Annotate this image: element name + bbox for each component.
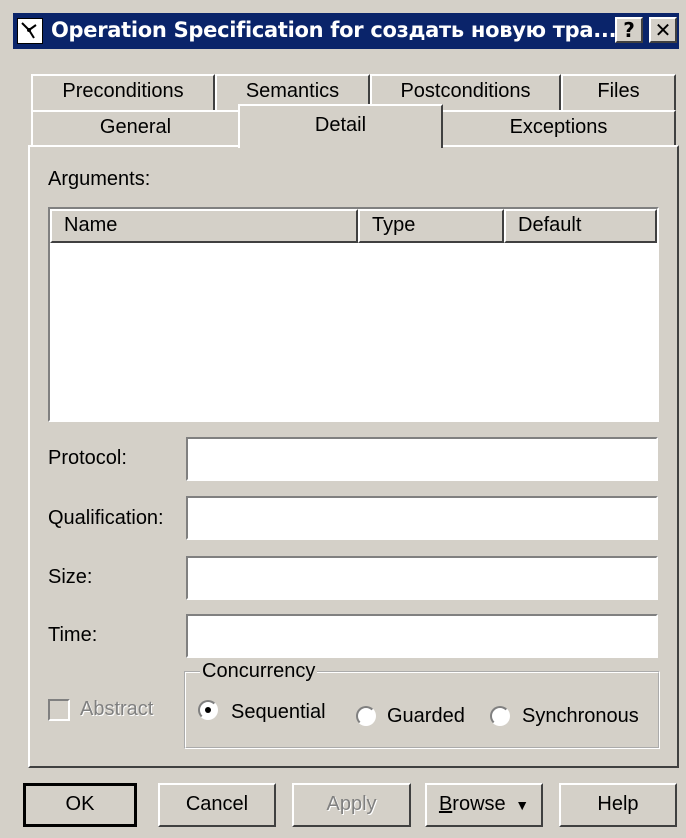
qualification-label: Qualification:: [48, 507, 164, 529]
panel-content: Arguments: Name Type Default Protocol: Q…: [0, 0, 686, 838]
arguments-label: Arguments:: [48, 168, 151, 190]
size-label: Size:: [48, 566, 93, 588]
radio-synchronous[interactable]: [490, 706, 510, 726]
sequential-label[interactable]: Sequential: [231, 701, 326, 724]
qualification-field[interactable]: [186, 496, 658, 540]
time-label: Time:: [48, 624, 98, 646]
radio-selected-dot: [205, 707, 211, 713]
radio-guarded[interactable]: [356, 706, 376, 726]
guarded-label[interactable]: Guarded: [387, 705, 465, 728]
arguments-list[interactable]: Name Type Default: [48, 207, 659, 422]
abstract-label: Abstract: [80, 698, 154, 720]
synchronous-label[interactable]: Synchronous: [522, 705, 639, 728]
abstract-checkbox[interactable]: [48, 699, 70, 721]
protocol-label: Protocol:: [48, 447, 127, 469]
protocol-field[interactable]: [186, 437, 658, 481]
concurrency-label: Concurrency: [200, 660, 318, 683]
operation-specification-dialog: Operation Specification for создать нову…: [0, 0, 686, 838]
radio-sequential[interactable]: [198, 700, 218, 720]
size-field[interactable]: [186, 556, 658, 600]
column-header-type[interactable]: Type: [358, 209, 504, 243]
column-header-name[interactable]: Name: [50, 209, 358, 243]
time-field[interactable]: [186, 614, 658, 658]
column-header-default[interactable]: Default: [504, 209, 657, 243]
